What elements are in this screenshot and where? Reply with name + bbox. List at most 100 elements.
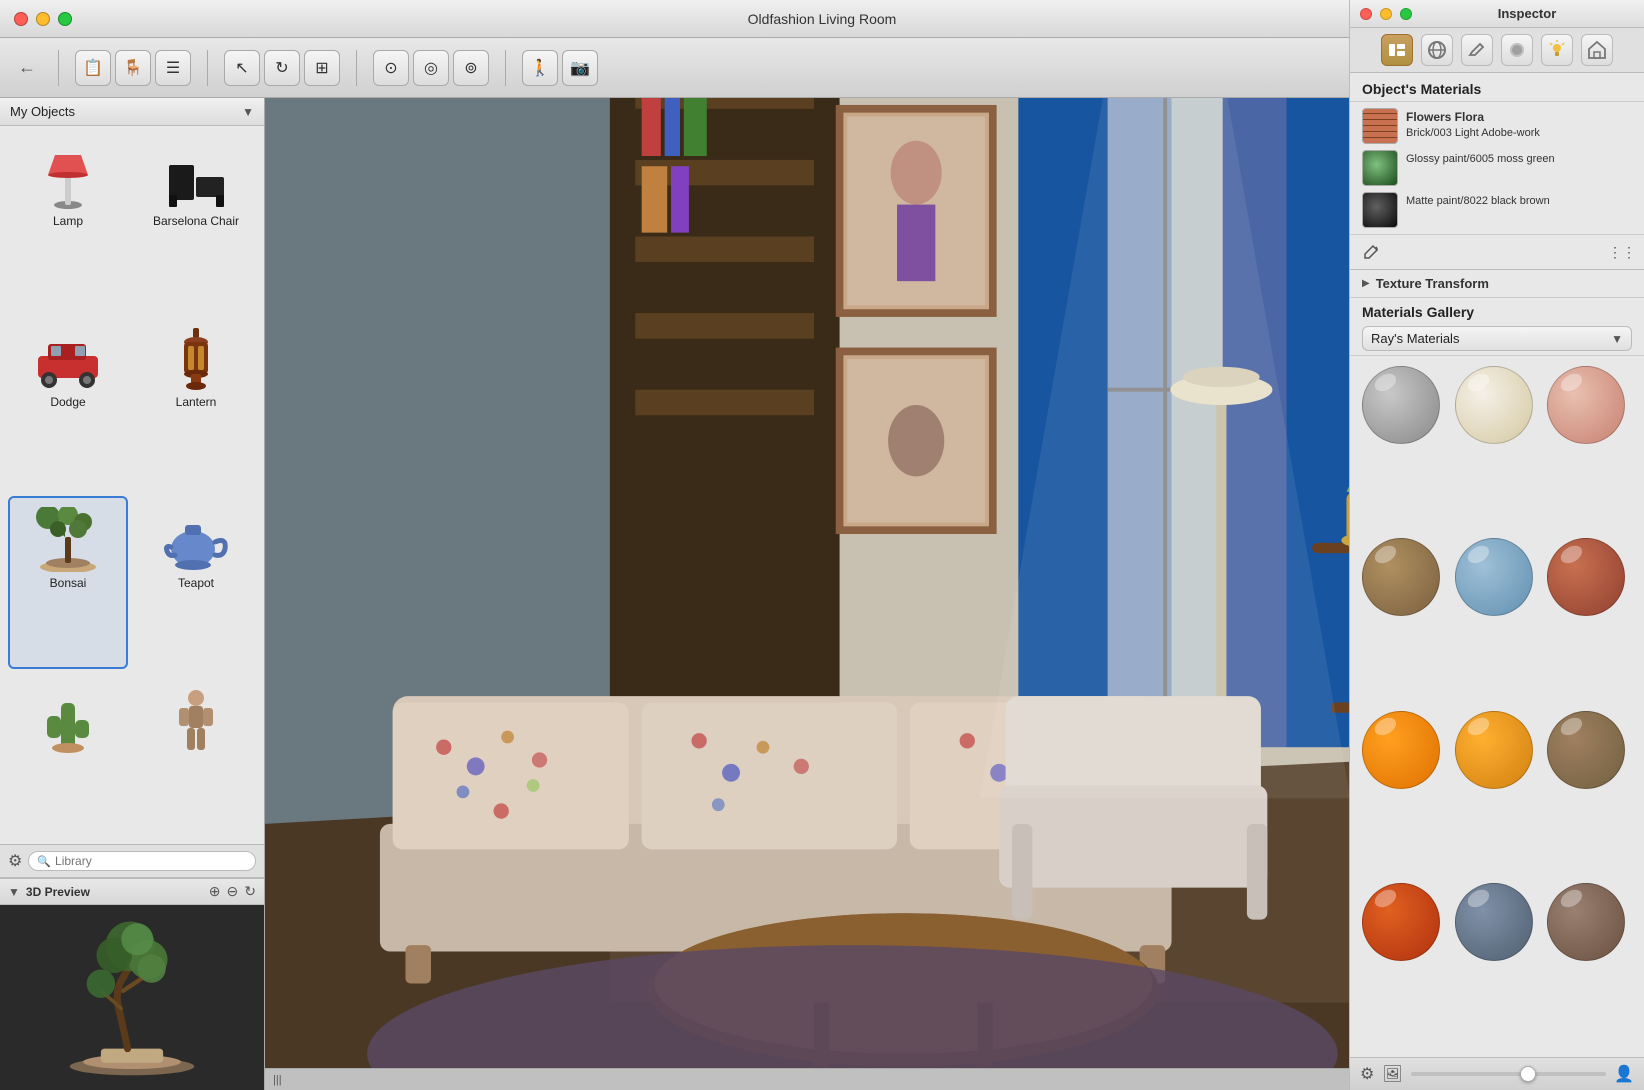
material-ball-5[interactable] bbox=[1455, 538, 1533, 616]
object-item-teapot[interactable]: Teapot bbox=[136, 496, 256, 669]
objects-grid: Lamp Barselona Chair bbox=[0, 126, 264, 844]
tt-label: Texture Transform bbox=[1376, 276, 1489, 291]
material-ball-12[interactable] bbox=[1547, 883, 1625, 961]
chair-icon bbox=[156, 142, 236, 212]
material-item-matte[interactable]: Matte paint/8022 black brown bbox=[1362, 192, 1632, 228]
window-controls[interactable] bbox=[14, 12, 72, 26]
furniture-button[interactable]: 🪑 bbox=[115, 50, 151, 86]
nav-tool-group: 🚶 📷 bbox=[522, 50, 598, 86]
refresh-icon[interactable]: ↻ bbox=[244, 883, 256, 900]
texture-transform-header[interactable]: ▶ Texture Transform bbox=[1362, 276, 1632, 291]
chair-label: Barselona Chair bbox=[153, 214, 239, 228]
dropdown-arrow-icon: ▼ bbox=[242, 105, 254, 119]
search-icon: 🔍 bbox=[37, 855, 51, 868]
object-item-barselona-chair[interactable]: Barselona Chair bbox=[136, 134, 256, 307]
dropdown-arrow-icon: ▼ bbox=[1611, 332, 1623, 346]
mode-3[interactable]: ⊚ bbox=[453, 50, 489, 86]
object-item-lantern[interactable]: Lantern bbox=[136, 315, 256, 488]
object-tool-group: 📋 🪑 ☰ bbox=[75, 50, 191, 86]
back-button[interactable]: ← bbox=[12, 53, 42, 83]
zoom-out-icon[interactable]: ⊖ bbox=[227, 883, 239, 900]
rotate-tool[interactable]: ↻ bbox=[264, 50, 300, 86]
preview-section: ▼ 3D Preview ⊕ ⊖ ↻ bbox=[0, 878, 264, 1090]
zoom-in-icon[interactable]: ⊕ bbox=[209, 883, 221, 900]
materials-gallery-label: Materials Gallery bbox=[1362, 304, 1632, 320]
walk-tool[interactable]: 🚶 bbox=[522, 50, 558, 86]
view-status-indicator: ||| bbox=[273, 1074, 282, 1086]
material-name-glossy: Glossy paint/6005 moss green bbox=[1406, 150, 1555, 166]
materials-balls-grid bbox=[1350, 356, 1644, 1057]
window-title: Oldfashion Living Room bbox=[748, 11, 897, 27]
objects-dropdown-label: My Objects bbox=[10, 104, 75, 119]
material-ball-3[interactable] bbox=[1547, 366, 1625, 444]
brick-swatch bbox=[1362, 108, 1398, 144]
material-ball-1[interactable] bbox=[1362, 366, 1440, 444]
preview-header[interactable]: ▼ 3D Preview ⊕ ⊖ ↻ bbox=[0, 879, 264, 905]
preview-collapse-icon: ▼ bbox=[8, 885, 20, 899]
inspector-bottom-bar: ⚙ 🖼 👤 bbox=[1350, 1057, 1644, 1090]
close-button[interactable] bbox=[14, 12, 28, 26]
green-swatch bbox=[1362, 150, 1398, 186]
separator-3 bbox=[356, 50, 357, 86]
eyedropper-tool[interactable] bbox=[1358, 239, 1384, 265]
slider-thumb[interactable] bbox=[1520, 1066, 1536, 1082]
camera-tool[interactable]: 📷 bbox=[562, 50, 598, 86]
objects-button[interactable]: 📋 bbox=[75, 50, 111, 86]
material-ball-9[interactable] bbox=[1547, 711, 1625, 789]
material-ball-7[interactable] bbox=[1362, 711, 1440, 789]
texture-transform-section: ▶ Texture Transform bbox=[1350, 270, 1644, 298]
object-item-dodge[interactable]: Dodge bbox=[8, 315, 128, 488]
material-ball-4[interactable] bbox=[1362, 538, 1440, 616]
materials-gallery-section: Materials Gallery Ray's Materials ▼ bbox=[1350, 298, 1644, 356]
object-item-bonsai[interactable]: Bonsai bbox=[8, 496, 128, 669]
maximize-button[interactable] bbox=[58, 12, 72, 26]
preview-area bbox=[0, 905, 264, 1090]
material-ball-2[interactable] bbox=[1455, 366, 1533, 444]
dodge-label: Dodge bbox=[50, 395, 85, 409]
material-ball-11[interactable] bbox=[1455, 883, 1533, 961]
object-item-cactus[interactable] bbox=[8, 677, 128, 836]
inspector-action-bar: ⋮⋮ bbox=[1350, 235, 1644, 270]
image-icon[interactable]: 🖼 bbox=[1382, 1064, 1402, 1084]
material-name-matte: Matte paint/8022 black brown bbox=[1406, 192, 1550, 208]
person-icon[interactable]: 👤 bbox=[1614, 1064, 1634, 1084]
settings-icon[interactable]: ⚙ bbox=[1360, 1064, 1374, 1084]
material-item-glossy[interactable]: Glossy paint/6005 moss green bbox=[1362, 150, 1632, 186]
search-input[interactable] bbox=[55, 854, 247, 868]
preview-label: 3D Preview bbox=[26, 885, 90, 899]
separator-4 bbox=[505, 50, 506, 86]
object-item-figure[interactable] bbox=[136, 677, 256, 836]
slider-track bbox=[1411, 1072, 1606, 1076]
material-name-flowers-flora: Flowers Flora Brick/003 Light Adobe-work bbox=[1406, 108, 1540, 140]
opacity-slider[interactable] bbox=[1411, 1072, 1606, 1076]
list-button[interactable]: ☰ bbox=[155, 50, 191, 86]
transform-tool[interactable]: ⊞ bbox=[304, 50, 340, 86]
mode-1[interactable]: ⊙ bbox=[373, 50, 409, 86]
dodge-icon bbox=[28, 323, 108, 393]
mode-2[interactable]: ◎ bbox=[413, 50, 449, 86]
left-panel: My Objects ▼ Lamp bbox=[0, 98, 265, 1090]
bonsai-3d-preview bbox=[52, 918, 212, 1078]
search-input-wrap[interactable]: 🔍 bbox=[28, 851, 256, 871]
material-ball-10[interactable] bbox=[1362, 883, 1440, 961]
material-ball-8[interactable] bbox=[1455, 711, 1533, 789]
view-tool-group: ↖ ↻ ⊞ bbox=[224, 50, 340, 86]
lantern-icon bbox=[156, 323, 236, 393]
inspector-panel: Inspector bbox=[1349, 98, 1644, 1090]
objects-dropdown[interactable]: My Objects ▼ bbox=[0, 98, 264, 126]
menu-dots-icon[interactable]: ⋮⋮ bbox=[1608, 244, 1636, 261]
material-ball-6[interactable] bbox=[1547, 538, 1625, 616]
materials-gallery-dropdown[interactable]: Ray's Materials ▼ bbox=[1362, 326, 1632, 351]
black-swatch bbox=[1362, 192, 1398, 228]
object-item-lamp[interactable]: Lamp bbox=[8, 134, 128, 307]
cactus-icon bbox=[28, 685, 108, 755]
gear-icon[interactable]: ⚙ bbox=[8, 851, 22, 871]
lamp-icon bbox=[28, 142, 108, 212]
teapot-icon bbox=[156, 504, 236, 574]
minimize-button[interactable] bbox=[36, 12, 50, 26]
material-item-flowers-flora[interactable]: Flowers Flora Brick/003 Light Adobe-work bbox=[1362, 108, 1632, 144]
bonsai-icon bbox=[28, 504, 108, 574]
separator-2 bbox=[207, 50, 208, 86]
preview-controls: ⊕ ⊖ ↻ bbox=[209, 883, 256, 900]
cursor-tool[interactable]: ↖ bbox=[224, 50, 260, 86]
